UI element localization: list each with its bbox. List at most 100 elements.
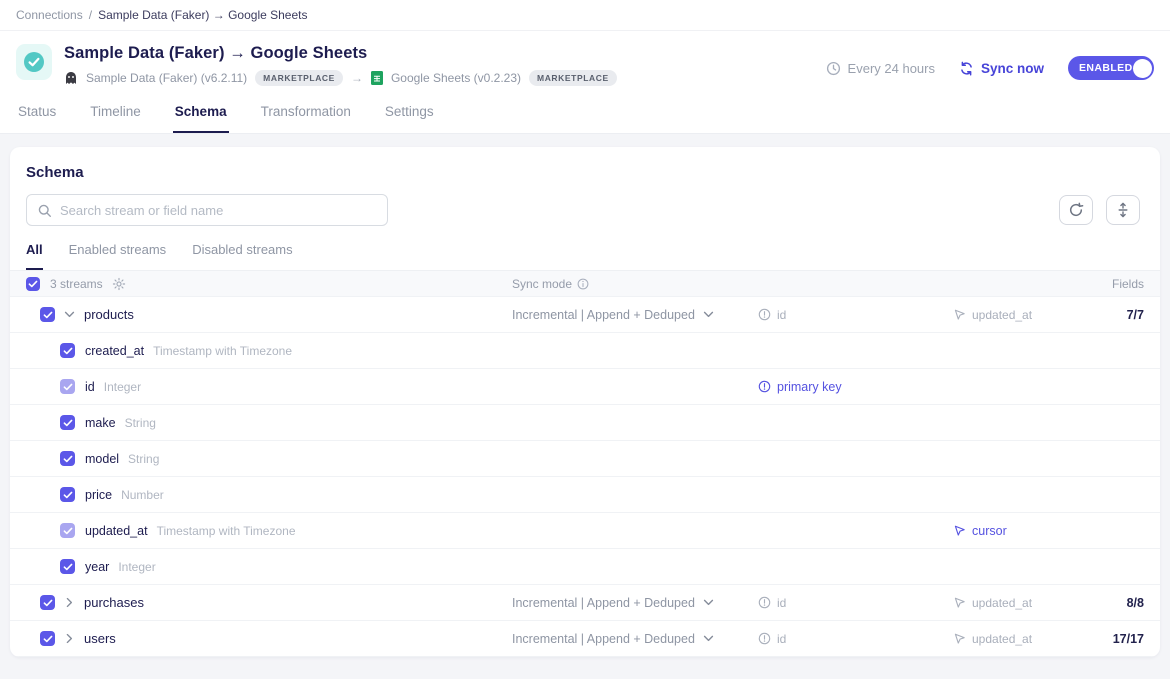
streams-count: 3 streams xyxy=(50,277,103,291)
field-count: 8/8 xyxy=(1083,596,1144,610)
enabled-label: ENABLED xyxy=(1068,62,1133,74)
refresh-schema-button[interactable] xyxy=(1059,195,1093,225)
destination-marketplace-badge: MARKETPLACE xyxy=(529,70,617,86)
field-count: 17/17 xyxy=(1083,632,1144,646)
key-icon xyxy=(758,596,771,609)
streams-table: 3 streams Sync mode Fields xyxy=(10,270,1160,657)
field-row-make: make String xyxy=(10,405,1160,441)
sync-mode-value: Incremental | Append + Deduped xyxy=(512,308,695,322)
field-type: Timestamp with Timezone xyxy=(157,524,296,538)
breadcrumb-connections-link[interactable]: Connections xyxy=(16,8,83,22)
primary-key-value[interactable]: id xyxy=(758,596,786,610)
page-content: Schema All Enabled streams xyxy=(0,134,1170,679)
field-row-price: price Number xyxy=(10,477,1160,513)
cursor-icon xyxy=(953,596,966,609)
breadcrumb: Connections / Sample Data (Faker) → Goog… xyxy=(0,0,1170,31)
field-name: price xyxy=(85,488,112,502)
field-type: Integer xyxy=(118,560,155,574)
field-name: year xyxy=(85,560,109,574)
tab-settings[interactable]: Settings xyxy=(383,96,436,133)
tab-timeline[interactable]: Timeline xyxy=(88,96,143,133)
field-checkbox[interactable] xyxy=(60,559,75,574)
sync-mode-select[interactable]: Incremental | Append + Deduped xyxy=(512,596,714,610)
stream-checkbox[interactable] xyxy=(40,595,55,610)
field-row-updated-at: updated_at Timestamp with Timezone curso… xyxy=(10,513,1160,549)
stream-row-users[interactable]: users Incremental | Append + Deduped id … xyxy=(10,621,1160,657)
stream-row-purchases[interactable]: purchases Incremental | Append + Deduped… xyxy=(10,585,1160,621)
field-name: make xyxy=(85,416,116,430)
schema-title: Schema xyxy=(26,164,1144,181)
primary-key-value[interactable]: id xyxy=(758,308,786,322)
connection-header: Sample Data (Faker) → Google Sheets Samp… xyxy=(0,31,1170,96)
info-icon[interactable] xyxy=(577,278,589,290)
streams-body: products Incremental | Append + Deduped … xyxy=(10,297,1160,657)
clock-icon xyxy=(826,61,841,76)
field-checkbox[interactable] xyxy=(60,523,75,538)
field-type: String xyxy=(128,452,159,466)
tab-schema[interactable]: Schema xyxy=(173,96,229,133)
destination-icon xyxy=(371,71,383,85)
field-row-year: year Integer xyxy=(10,549,1160,585)
source-icon xyxy=(64,71,78,85)
connection-status-icon xyxy=(16,44,52,80)
cursor-icon xyxy=(953,632,966,645)
field-type: Number xyxy=(121,488,164,502)
search-icon xyxy=(37,203,52,218)
field-type: Integer xyxy=(104,380,141,394)
cursor-value[interactable]: updated_at xyxy=(953,596,1032,610)
destination-name: Google Sheets (v0.2.23) xyxy=(391,71,521,85)
field-row-id: id Integer primary key xyxy=(10,369,1160,405)
sync-now-button[interactable]: Sync now xyxy=(959,61,1044,76)
stream-checkbox[interactable] xyxy=(40,307,55,322)
field-type: String xyxy=(125,416,156,430)
stream-checkbox[interactable] xyxy=(40,631,55,646)
schema-card: Schema All Enabled streams xyxy=(10,147,1160,657)
filter-tab-disabled-streams[interactable]: Disabled streams xyxy=(192,242,292,270)
search-box xyxy=(26,194,388,226)
filter-tab-all[interactable]: All xyxy=(26,242,43,270)
gear-icon[interactable] xyxy=(112,277,126,291)
fields-column-label: Fields xyxy=(1083,277,1144,291)
cursor-badge: cursor xyxy=(953,524,1007,538)
stream-name: purchases xyxy=(84,595,144,610)
tab-transformation[interactable]: Transformation xyxy=(259,96,353,133)
chevron-right-icon[interactable] xyxy=(64,635,75,642)
cursor-icon xyxy=(953,524,966,537)
expand-collapse-all-button[interactable] xyxy=(1106,195,1140,225)
key-icon xyxy=(758,308,771,321)
field-type: Timestamp with Timezone xyxy=(153,344,292,358)
page-title: Sample Data (Faker) → Google Sheets xyxy=(64,44,617,63)
source-name: Sample Data (Faker) (v6.2.11) xyxy=(86,71,247,85)
field-checkbox[interactable] xyxy=(60,415,75,430)
stream-name: products xyxy=(84,307,134,322)
sync-mode-select[interactable]: Incremental | Append + Deduped xyxy=(512,632,714,646)
field-checkbox[interactable] xyxy=(60,487,75,502)
cursor-icon xyxy=(953,308,966,321)
stream-name: users xyxy=(84,631,116,646)
primary-key-value[interactable]: id xyxy=(758,632,786,646)
sync-mode-select[interactable]: Incremental | Append + Deduped xyxy=(512,308,714,322)
enabled-toggle[interactable]: ENABLED xyxy=(1068,56,1154,80)
sync-now-label: Sync now xyxy=(981,61,1044,76)
field-checkbox[interactable] xyxy=(60,343,75,358)
filter-tab-enabled-streams[interactable]: Enabled streams xyxy=(69,242,167,270)
field-row-created-at: created_at Timestamp with Timezone xyxy=(10,333,1160,369)
stream-row-products[interactable]: products Incremental | Append + Deduped … xyxy=(10,297,1160,333)
field-checkbox[interactable] xyxy=(60,451,75,466)
sync-mode-value: Incremental | Append + Deduped xyxy=(512,632,695,646)
tab-status[interactable]: Status xyxy=(16,96,58,133)
cursor-value[interactable]: updated_at xyxy=(953,308,1032,322)
sync-icon xyxy=(959,61,974,76)
field-name: model xyxy=(85,452,119,466)
primary-key-badge: primary key xyxy=(758,380,842,394)
toggle-knob xyxy=(1133,59,1152,78)
table-header-row: 3 streams Sync mode Fields xyxy=(10,270,1160,297)
search-input[interactable] xyxy=(60,203,377,218)
arrow: → xyxy=(351,71,363,85)
select-all-checkbox[interactable] xyxy=(26,277,40,291)
chevron-down-icon[interactable] xyxy=(64,311,75,318)
cursor-value[interactable]: updated_at xyxy=(953,632,1032,646)
field-checkbox[interactable] xyxy=(60,379,75,394)
chevron-right-icon[interactable] xyxy=(64,599,75,606)
sync-mode-value: Incremental | Append + Deduped xyxy=(512,596,695,610)
